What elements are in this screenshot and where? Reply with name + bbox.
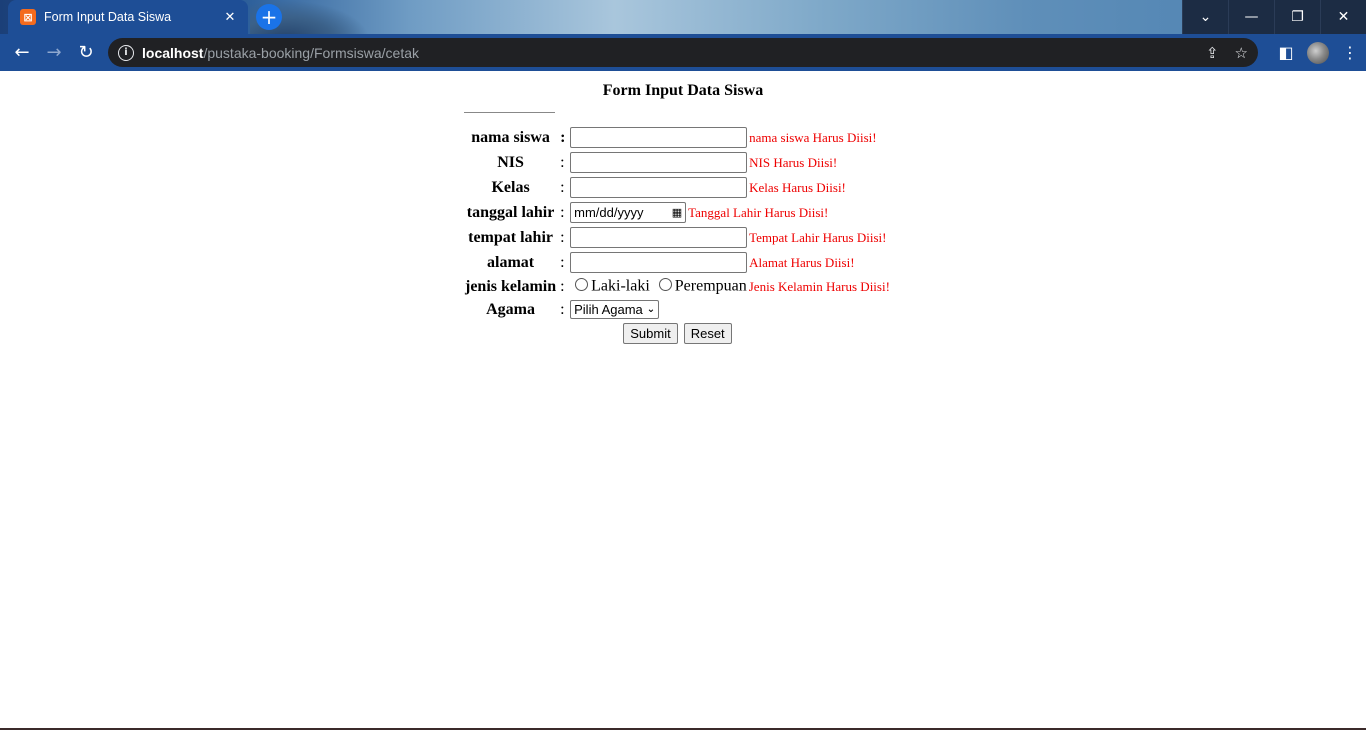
button-cell: Submit Reset: [464, 322, 891, 345]
reset-button[interactable]: Reset: [683, 323, 732, 344]
field-cell: nama siswa Harus Diisi!: [569, 126, 891, 149]
tab-list-icon[interactable]: ⌄: [1182, 0, 1228, 34]
form-row-nis: NIS : NIS Harus Diisi!: [464, 151, 891, 174]
url-text[interactable]: localhost/pustaka-booking/Formsiswa/ceta…: [142, 45, 1190, 61]
browser-titlebar: ⊠ Form Input Data Siswa ✕ + ⌄ — ❐ ✕: [0, 0, 1366, 34]
share-icon[interactable]: ⇪: [1206, 44, 1219, 62]
browser-tab[interactable]: ⊠ Form Input Data Siswa ✕: [8, 0, 248, 34]
field-cell: Kelas Harus Diisi!: [569, 176, 891, 199]
colon: :: [560, 178, 565, 196]
kelas-input[interactable]: [570, 177, 748, 198]
side-panel-icon[interactable]: ◧: [1270, 43, 1302, 62]
nama-siswa-input[interactable]: [570, 127, 748, 148]
page-title: Form Input Data Siswa: [602, 82, 764, 99]
colon: :: [560, 300, 565, 318]
window-controls: ⌄ — ❐ ✕: [1182, 0, 1366, 34]
nis-input[interactable]: [570, 152, 748, 173]
colon: :: [560, 228, 565, 246]
field-cell: Tempat Lahir Harus Diisi!: [569, 226, 891, 249]
form-row-kelas: Kelas : Kelas Harus Diisi!: [464, 176, 891, 199]
tab-title: Form Input Data Siswa: [44, 10, 172, 24]
field-label: nama siswa: [471, 128, 550, 146]
tempat-lahir-input[interactable]: [570, 227, 748, 248]
new-tab-icon[interactable]: +: [256, 4, 282, 30]
field-cell: Laki-laki Perempuan Jenis Kelamin Harus D…: [569, 276, 891, 297]
calendar-icon[interactable]: ▦: [672, 206, 682, 219]
restore-icon[interactable]: ❐: [1274, 0, 1320, 34]
error-message: Alamat Harus Diisi!: [749, 254, 855, 270]
tab-close-icon[interactable]: ✕: [222, 10, 238, 25]
address-bar[interactable]: i localhost/pustaka-booking/Formsiswa/ce…: [108, 38, 1258, 67]
error-message: Kelas Harus Diisi!: [749, 179, 846, 195]
field-label: tanggal lahir: [466, 203, 555, 221]
alamat-input[interactable]: [570, 252, 748, 273]
page-content: Form Input Data Siswa nama siswa : nama …: [0, 71, 1366, 730]
student-form: nama siswa : nama siswa Harus Diisi! NIS…: [462, 124, 893, 347]
colon: :: [560, 203, 565, 221]
field-cell: Alamat Harus Diisi!: [569, 251, 891, 274]
date-placeholder: mm/dd/yyyy: [574, 205, 644, 220]
forward-icon[interactable]: →: [38, 37, 70, 69]
error-message: Tempat Lahir Harus Diisi!: [749, 229, 887, 245]
browser-toolbar: ← → ↻ i localhost/pustaka-booking/Formsi…: [0, 34, 1366, 71]
field-label: Kelas: [491, 178, 530, 196]
field-label: jenis kelamin: [465, 277, 557, 295]
error-message: nama siswa Harus Diisi!: [749, 129, 877, 145]
url-host: localhost: [142, 44, 204, 61]
form-row-tanggal-lahir: tanggal lahir : mm/dd/yyyy ▦ Tanggal Lahir…: [464, 201, 891, 224]
field-cell: mm/dd/yyyy ▦ Tanggal Lahir Harus Diisi!: [569, 201, 891, 224]
colon: :: [560, 153, 565, 171]
divider: [464, 112, 555, 113]
close-window-icon[interactable]: ✕: [1320, 0, 1366, 34]
select-value: Pilih Agama: [574, 302, 643, 317]
form-row-buttons: Submit Reset: [464, 322, 891, 345]
form-row-alamat: alamat : Alamat Harus Diisi!: [464, 251, 891, 274]
field-label: Agama: [486, 300, 535, 318]
colon: :: [560, 128, 566, 146]
colon: :: [560, 277, 565, 295]
colon: :: [560, 253, 565, 271]
form-row-jenis-kelamin: jenis kelamin : Laki-laki Perempuan Jenis…: [464, 276, 891, 297]
radio-perempuan[interactable]: [658, 278, 672, 292]
radio-laki-laki[interactable]: [575, 278, 589, 292]
more-menu-icon[interactable]: ⋮: [1334, 43, 1366, 62]
error-message: Tanggal Lahir Harus Diisi!: [688, 204, 829, 220]
agama-select[interactable]: Pilih Agama ⌄: [570, 300, 660, 319]
back-icon[interactable]: ←: [6, 37, 38, 69]
submit-button[interactable]: Submit: [623, 323, 678, 344]
radio-label: Laki-laki: [591, 277, 650, 295]
tanggal-lahir-date-input[interactable]: mm/dd/yyyy ▦: [570, 202, 687, 223]
field-label: NIS: [497, 153, 524, 171]
reload-icon[interactable]: ↻: [70, 37, 102, 69]
avatar[interactable]: [1302, 41, 1334, 64]
form-row-tempat-lahir: tempat lahir : Tempat Lahir Harus Diisi!: [464, 226, 891, 249]
form-row-agama: Agama : Pilih Agama ⌄: [464, 299, 891, 320]
radio-label: Perempuan: [674, 277, 747, 295]
error-message: NIS Harus Diisi!: [749, 154, 838, 170]
form-row-nama: nama siswa : nama siswa Harus Diisi!: [464, 126, 891, 149]
field-cell: NIS Harus Diisi!: [569, 151, 891, 174]
url-path: /pustaka-booking/Formsiswa/cetak: [203, 44, 420, 61]
field-label: alamat: [487, 253, 535, 271]
star-icon[interactable]: ☆: [1235, 44, 1248, 62]
field-cell: Pilih Agama ⌄: [569, 299, 891, 320]
field-label: tempat lahir: [468, 228, 553, 246]
chevron-down-icon: ⌄: [646, 304, 656, 315]
minimize-icon[interactable]: —: [1228, 0, 1274, 34]
site-info-icon[interactable]: i: [118, 44, 134, 61]
toolbar-right: ◧ ⋮: [1270, 34, 1366, 71]
xampp-favicon-icon: ⊠: [20, 9, 36, 25]
error-message: Jenis Kelamin Harus Diisi!: [748, 278, 890, 294]
